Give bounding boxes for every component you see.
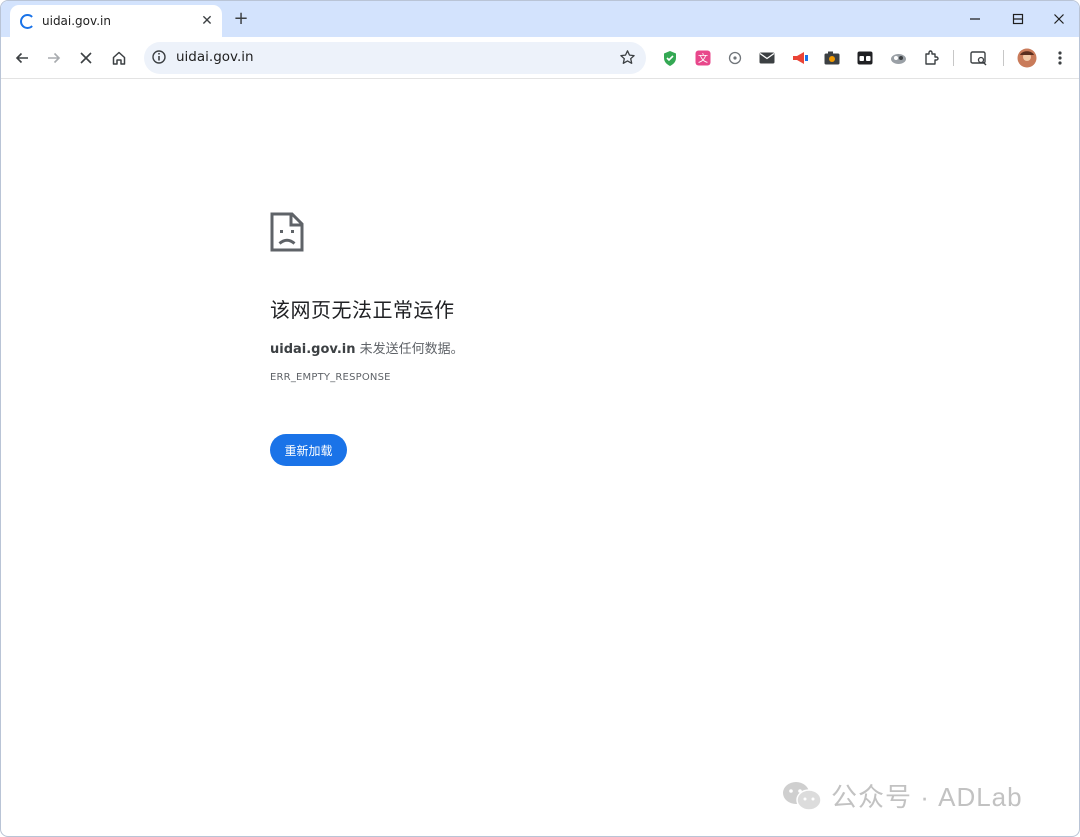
sad-page-icon <box>270 212 304 256</box>
url-text[interactable]: uidai.gov.in <box>176 49 254 65</box>
chat-extension-icon[interactable] <box>725 48 745 68</box>
avatar-icon <box>1017 48 1037 68</box>
minimize-icon <box>970 18 980 20</box>
browser-toolbar: uidai.gov.in 文 <box>1 37 1079 79</box>
tab-search-icon <box>970 51 987 66</box>
translate-extension-icon[interactable]: 文 <box>693 48 713 68</box>
new-tab-button[interactable]: + <box>230 8 252 30</box>
error-title: 该网页无法正常运作 <box>270 298 455 322</box>
mail-extension-icon[interactable] <box>757 48 777 68</box>
back-button[interactable] <box>7 43 37 73</box>
tab-active[interactable]: uidai.gov.in ✕ <box>10 5 222 37</box>
stop-icon <box>80 52 92 64</box>
browser-window: uidai.gov.in ✕ + uidai.gov.in 文 该网页无法正常运… <box>0 0 1080 837</box>
toolbar-separator-2 <box>1003 50 1004 66</box>
back-icon <box>15 52 28 64</box>
site-info-button[interactable] <box>151 49 167 69</box>
maximize-button[interactable] <box>996 1 1040 37</box>
close-window-button[interactable] <box>1037 1 1079 37</box>
cloud-extension-icon[interactable] <box>888 48 908 68</box>
tab-title: uidai.gov.in <box>42 14 111 28</box>
stop-button[interactable] <box>71 43 101 73</box>
close-icon <box>1054 14 1064 24</box>
home-icon <box>112 51 126 65</box>
error-code: ERR_EMPTY_RESPONSE <box>270 372 391 383</box>
site-info-icon <box>152 50 166 64</box>
extensions-icon <box>925 50 939 65</box>
error-message: 未发送任何数据。 <box>355 342 464 357</box>
menu-icon <box>1058 51 1062 65</box>
megaphone-extension-icon[interactable] <box>790 48 810 68</box>
error-host: uidai.gov.in <box>270 342 356 357</box>
home-button[interactable] <box>104 43 134 73</box>
forward-icon <box>48 52 61 64</box>
maximize-icon <box>1012 13 1024 25</box>
camera-extension-icon[interactable] <box>822 48 842 68</box>
svg-text:文: 文 <box>698 52 708 65</box>
watermark-text: 公众号 · ADLab <box>831 782 1023 812</box>
tab-search-button[interactable] <box>969 48 989 68</box>
minimize-button-2[interactable] <box>953 1 997 37</box>
tab-strip: uidai.gov.in ✕ + <box>1 1 1079 37</box>
profile-avatar[interactable] <box>1017 48 1037 68</box>
extensions-button[interactable] <box>921 48 941 68</box>
shield-extension-icon[interactable] <box>660 48 680 68</box>
loading-spinner-icon <box>20 13 35 29</box>
browser-menu-button[interactable] <box>1050 48 1070 68</box>
toolbar-separator <box>953 50 954 66</box>
error-description: uidai.gov.in 未发送任何数据。 <box>270 338 464 357</box>
tab-close-icon[interactable]: ✕ <box>196 13 218 29</box>
bookmark-star-icon <box>620 50 635 64</box>
wechat-icon <box>783 781 822 811</box>
address-bar[interactable]: uidai.gov.in <box>144 42 646 74</box>
forward-button[interactable] <box>39 43 69 73</box>
watermark: 公众号 · ADLab <box>781 777 1023 814</box>
bookmark-star-button[interactable] <box>619 49 636 70</box>
glasses-extension-icon[interactable] <box>855 48 875 68</box>
reload-button[interactable]: 重新加载 <box>270 434 347 466</box>
